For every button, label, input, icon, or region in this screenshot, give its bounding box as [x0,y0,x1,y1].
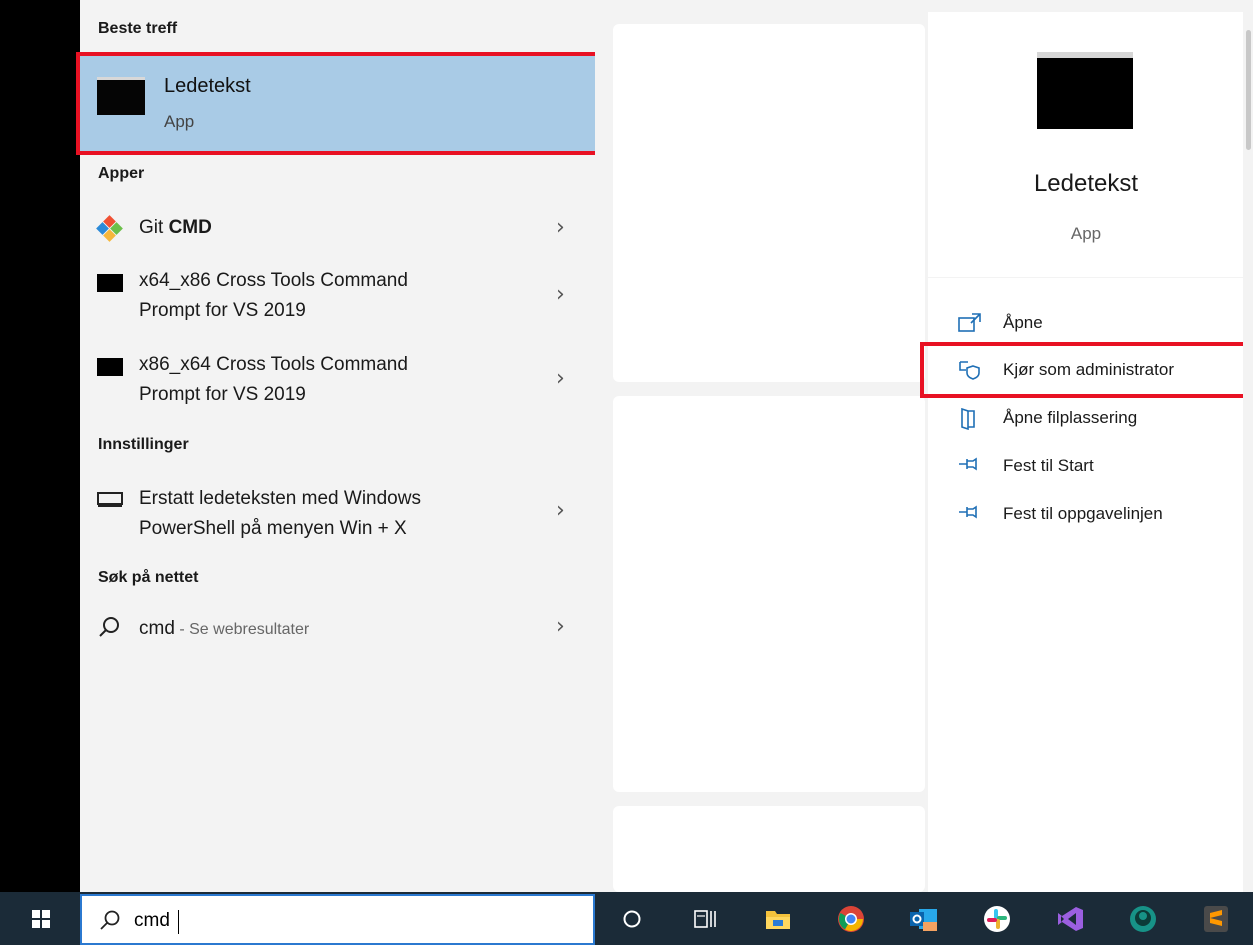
command-prompt-large-icon [1037,52,1133,129]
preview-tile [613,806,925,892]
desktop-edge [0,0,80,892]
taskbar-search-box[interactable] [80,894,595,945]
web-search-header: Søk på nettet [98,569,199,586]
action-label: Åpne [1003,313,1043,332]
apps-header: Apper [98,165,145,182]
settings-header: Innstillinger [98,436,189,453]
web-suffix: - Se webresultater [174,621,310,638]
search-icon [99,909,121,936]
detail-actions: Åpne Kjør som administrator Åpne filplas… [928,278,1244,892]
search-icon [97,615,121,644]
action-label: Åpne filplassering [1003,408,1138,427]
start-button[interactable] [0,892,80,945]
list-item-x64-x86-cross-tools[interactable]: x64_x86 Cross Tools Command Prompt for V… [80,266,595,330]
web-query: cmd [139,618,175,639]
scrollbar-thumb[interactable] [1246,30,1251,150]
console-icon [97,358,123,376]
detail-subtitle: App [1070,224,1102,243]
scrollbar[interactable] [1243,0,1253,892]
search-input[interactable] [134,908,534,934]
outlook-icon[interactable] [906,901,942,937]
list-item-line1: Erstatt ledeteksten med Windows [139,488,421,509]
detail-header: Ledetekst App [928,12,1244,277]
chevron-right-icon[interactable]: › [556,282,565,307]
list-item-line2: Prompt for VS 2019 [139,300,306,321]
command-prompt-icon [97,77,145,115]
chevron-right-icon[interactable]: › [556,614,565,639]
sublime-text-icon[interactable] [1198,901,1234,937]
visual-studio-icon[interactable] [1052,901,1088,937]
detail-panel: Ledetekst App Åpne Kjør som administrato… [920,0,1253,892]
text-caret [178,910,179,934]
file-explorer-icon[interactable] [760,901,796,937]
preview-tile [613,396,925,792]
windows-logo-icon [32,910,50,928]
console-icon [97,274,123,292]
chrome-icon[interactable] [833,901,869,937]
git-cmd-bold: CMD [168,217,212,238]
search-results-pane: Beste treff Ledetekst App Apper Git CMD … [76,0,602,892]
taskbar [0,892,1253,945]
shield-admin-icon [958,360,982,382]
git-cmd-prefix: Git [139,217,169,238]
list-item-line1: x64_x86 Cross Tools Command [139,270,408,291]
best-match-subtitle: App [164,112,195,131]
best-match-item[interactable]: Ledetekst App [80,55,601,152]
list-item-line2: PowerShell på menyen Win + X [139,518,407,539]
action-label: Fest til oppgavelinjen [1003,504,1163,523]
list-item-line1: x86_x64 Cross Tools Command [139,354,408,375]
pin-icon [958,456,982,478]
chevron-right-icon[interactable]: › [556,366,565,391]
chevron-right-icon[interactable]: › [556,215,565,240]
list-item-line2: Prompt for VS 2019 [139,384,306,405]
gitkraken-icon[interactable] [1125,901,1161,937]
chevron-right-icon[interactable]: › [556,498,565,523]
preview-tile [613,24,925,382]
best-match-title: Ledetekst [164,75,251,97]
preview-tiles-column [595,0,928,892]
list-item-x86-x64-cross-tools[interactable]: x86_x64 Cross Tools Command Prompt for V… [80,350,595,414]
detail-title: Ledetekst [1033,170,1139,197]
list-item-replace-cmd-powershell[interactable]: Erstatt ledeteksten med Windows PowerShe… [80,484,595,548]
slack-icon[interactable] [979,901,1015,937]
action-label: Kjør som administrator [1003,360,1174,379]
list-item-web-search[interactable]: cmd - Se webresultater › [80,610,595,654]
file-location-icon [958,407,982,431]
list-item-git-cmd[interactable]: Git CMD › [80,207,595,251]
pin-icon [958,504,982,526]
task-view-icon[interactable] [687,901,723,937]
best-match-header: Beste treff [98,20,178,37]
open-icon [958,313,982,335]
cortana-icon[interactable] [614,901,650,937]
action-label: Fest til Start [1003,456,1094,475]
git-icon [96,215,123,242]
display-icon [97,492,123,513]
